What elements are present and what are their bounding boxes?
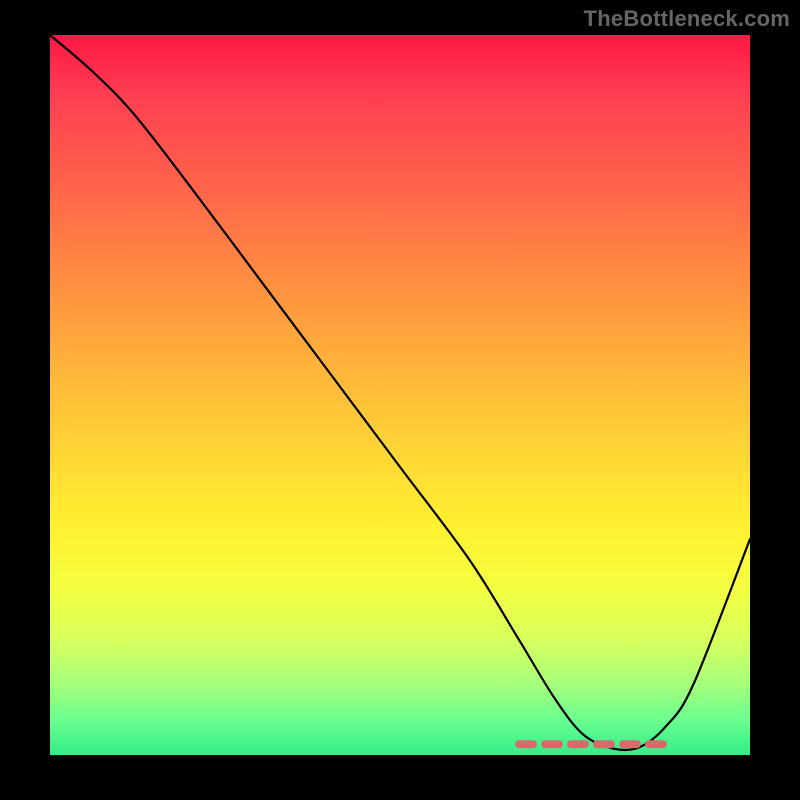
watermark-text: TheBottleneck.com (584, 6, 790, 32)
bottleneck-curve (50, 35, 750, 750)
curve-svg (50, 35, 750, 755)
plot-area (50, 35, 750, 755)
chart-frame: TheBottleneck.com (0, 0, 800, 800)
